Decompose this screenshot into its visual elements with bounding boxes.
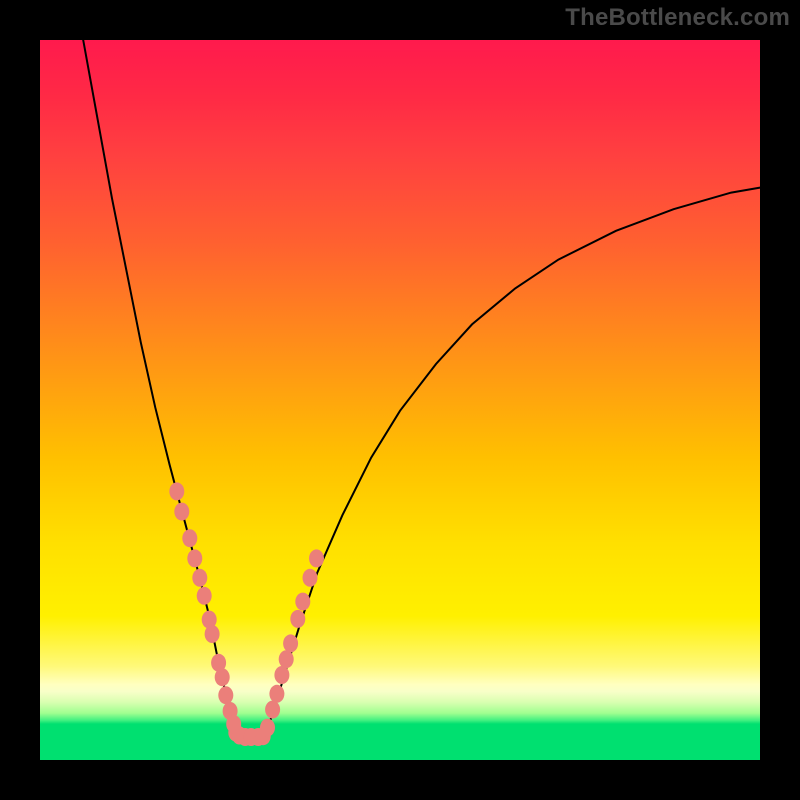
data-dot (274, 666, 289, 684)
data-dot (290, 610, 305, 628)
data-dot (218, 686, 233, 704)
data-dots (169, 482, 324, 746)
data-dot (260, 719, 275, 737)
data-dot (182, 529, 197, 547)
chart-svg (40, 40, 760, 760)
data-dot (269, 685, 284, 703)
chart-frame: TheBottleneck.com (0, 0, 800, 800)
data-dot (279, 650, 294, 668)
data-dot (197, 587, 212, 605)
data-dot (265, 701, 280, 719)
watermark-text: TheBottleneck.com (565, 4, 790, 32)
data-dot (169, 482, 184, 500)
data-dot (187, 549, 202, 567)
data-dot (283, 634, 298, 652)
data-dot (295, 593, 310, 611)
data-dot (215, 668, 230, 686)
data-dot (303, 569, 318, 587)
curve-right (265, 188, 760, 735)
plot-area (40, 40, 760, 760)
data-dot (192, 569, 207, 587)
data-dot (309, 549, 324, 567)
data-dot (174, 503, 189, 521)
data-dot (205, 625, 220, 643)
